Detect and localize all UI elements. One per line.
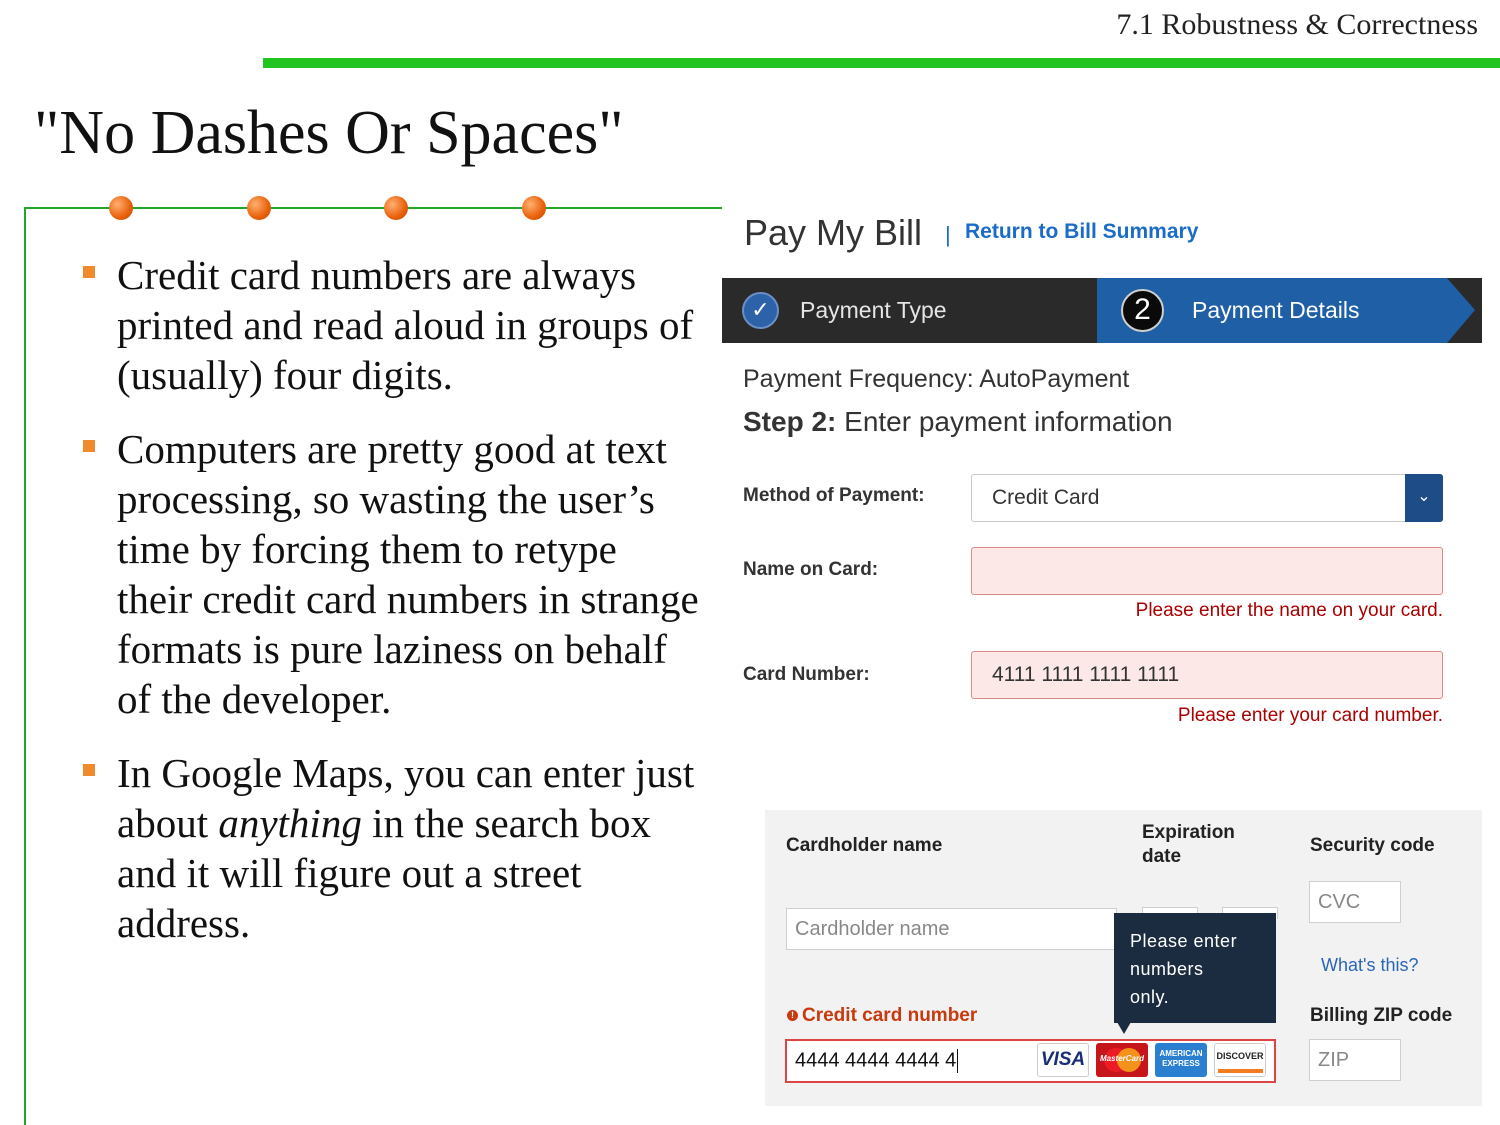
slide-title: "No Dashes Or Spaces" bbox=[34, 99, 624, 167]
step-payment-details[interactable]: 2 Payment Details bbox=[1097, 278, 1447, 343]
name-on-card-field[interactable] bbox=[971, 547, 1443, 595]
card-number-field[interactable]: 4111 1111 1111 1111 bbox=[971, 651, 1443, 699]
expiration-label-line: date bbox=[1142, 846, 1182, 867]
cc-label-text: Credit card number bbox=[802, 1005, 978, 1026]
validation-tooltip: Please enter numbers only. bbox=[1114, 913, 1276, 1023]
cvc-input[interactable]: CVC bbox=[1309, 881, 1401, 923]
title-separator: | bbox=[945, 222, 951, 247]
check-icon: ✓ bbox=[742, 292, 779, 329]
amex-logo-text: AMERICAN bbox=[1159, 1049, 1203, 1058]
payment-frequency: Payment Frequency: AutoPayment bbox=[743, 365, 1130, 393]
bullet-text: Credit card numbers are always printed a… bbox=[117, 252, 694, 398]
bullet-item: In Google Maps, you can enter just about… bbox=[80, 748, 700, 948]
whats-this-link[interactable]: What's this? bbox=[1321, 955, 1418, 976]
checkout-form: Cardholder name Expiration date Security… bbox=[765, 810, 1482, 1106]
cardholder-name-input[interactable]: Cardholder name bbox=[786, 908, 1117, 950]
expiration-label: Expiration date bbox=[1142, 821, 1235, 869]
method-value: Credit Card bbox=[992, 486, 1100, 509]
decor-dot bbox=[384, 196, 408, 220]
section-title: 7.1 Robustness & Correctness bbox=[1116, 8, 1478, 41]
bullet-marker bbox=[83, 764, 95, 776]
return-to-bill-summary-link[interactable]: Return to Bill Summary bbox=[965, 220, 1198, 244]
name-error: Please enter the name on your card. bbox=[1135, 600, 1443, 621]
name-label: Name on Card: bbox=[743, 559, 879, 580]
method-select[interactable]: Credit Card ⌄ bbox=[971, 474, 1443, 522]
text-cursor bbox=[957, 1049, 959, 1073]
mastercard-logo: MasterCard bbox=[1096, 1043, 1148, 1077]
bullet-marker bbox=[83, 266, 95, 278]
card-number-error: Please enter your card number. bbox=[1177, 705, 1443, 726]
bullet-text: Computers are pretty good at text proces… bbox=[117, 426, 699, 722]
decor-dot bbox=[109, 196, 133, 220]
step-arrow bbox=[1447, 278, 1475, 343]
decor-dot bbox=[522, 196, 546, 220]
credit-card-number-label: ! Credit card number bbox=[787, 1004, 977, 1028]
chevron-down-icon[interactable]: ⌄ bbox=[1405, 474, 1443, 522]
zip-label: Billing ZIP code bbox=[1310, 1005, 1453, 1026]
bullet-text: In Google Maps, you can enter just about… bbox=[117, 748, 700, 948]
step-label: Payment Details bbox=[1192, 297, 1360, 323]
step-label: Payment Type bbox=[800, 297, 947, 323]
tooltip-line: Please enter bbox=[1130, 931, 1238, 951]
amex-logo-text: EXPRESS bbox=[1162, 1059, 1200, 1068]
discover-logo-text: DISCOVER bbox=[1216, 1051, 1264, 1061]
tooltip-line: numbers bbox=[1130, 959, 1204, 979]
mastercard-logo-text: MasterCard bbox=[1099, 1054, 1144, 1063]
step-text: Enter payment information bbox=[836, 406, 1173, 437]
decor-dot bbox=[247, 196, 271, 220]
bullet-marker bbox=[83, 440, 95, 452]
zip-input[interactable]: ZIP bbox=[1309, 1039, 1401, 1081]
header-bar bbox=[263, 58, 1500, 68]
amex-logo: AMERICAN EXPRESS bbox=[1155, 1043, 1207, 1077]
step-number-icon: 2 bbox=[1121, 289, 1164, 332]
security-code-label: Security code bbox=[1310, 835, 1435, 856]
progress-steps: ✓ Payment Type 2 Payment Details bbox=[722, 278, 1482, 343]
visa-logo: VISA bbox=[1037, 1043, 1089, 1077]
step-heading: Step 2: Enter payment information bbox=[743, 406, 1173, 438]
step-prefix: Step 2: bbox=[743, 406, 837, 437]
alert-icon: ! bbox=[787, 1010, 798, 1021]
left-rule bbox=[24, 207, 26, 1125]
step-payment-type[interactable]: ✓ Payment Type bbox=[722, 278, 1097, 343]
bullet-list: Credit card numbers are always printed a… bbox=[80, 250, 700, 972]
cardholder-label: Cardholder name bbox=[786, 835, 943, 856]
card-number-label: Card Number: bbox=[743, 664, 870, 685]
tooltip-pointer bbox=[1117, 1022, 1131, 1034]
pay-my-bill-title: Pay My Bill bbox=[744, 212, 923, 253]
bullet-item: Credit card numbers are always printed a… bbox=[80, 250, 700, 400]
method-label: Method of Payment: bbox=[743, 485, 925, 506]
bullet-item: Computers are pretty good at text proces… bbox=[80, 424, 700, 724]
discover-logo: DISCOVER bbox=[1214, 1043, 1266, 1077]
tooltip-line: only. bbox=[1130, 987, 1170, 1007]
cc-value: 4444 4444 4444 4 bbox=[795, 1049, 957, 1072]
bullet-emphasis: anything bbox=[218, 800, 362, 846]
expiration-label-line: Expiration bbox=[1142, 822, 1235, 843]
